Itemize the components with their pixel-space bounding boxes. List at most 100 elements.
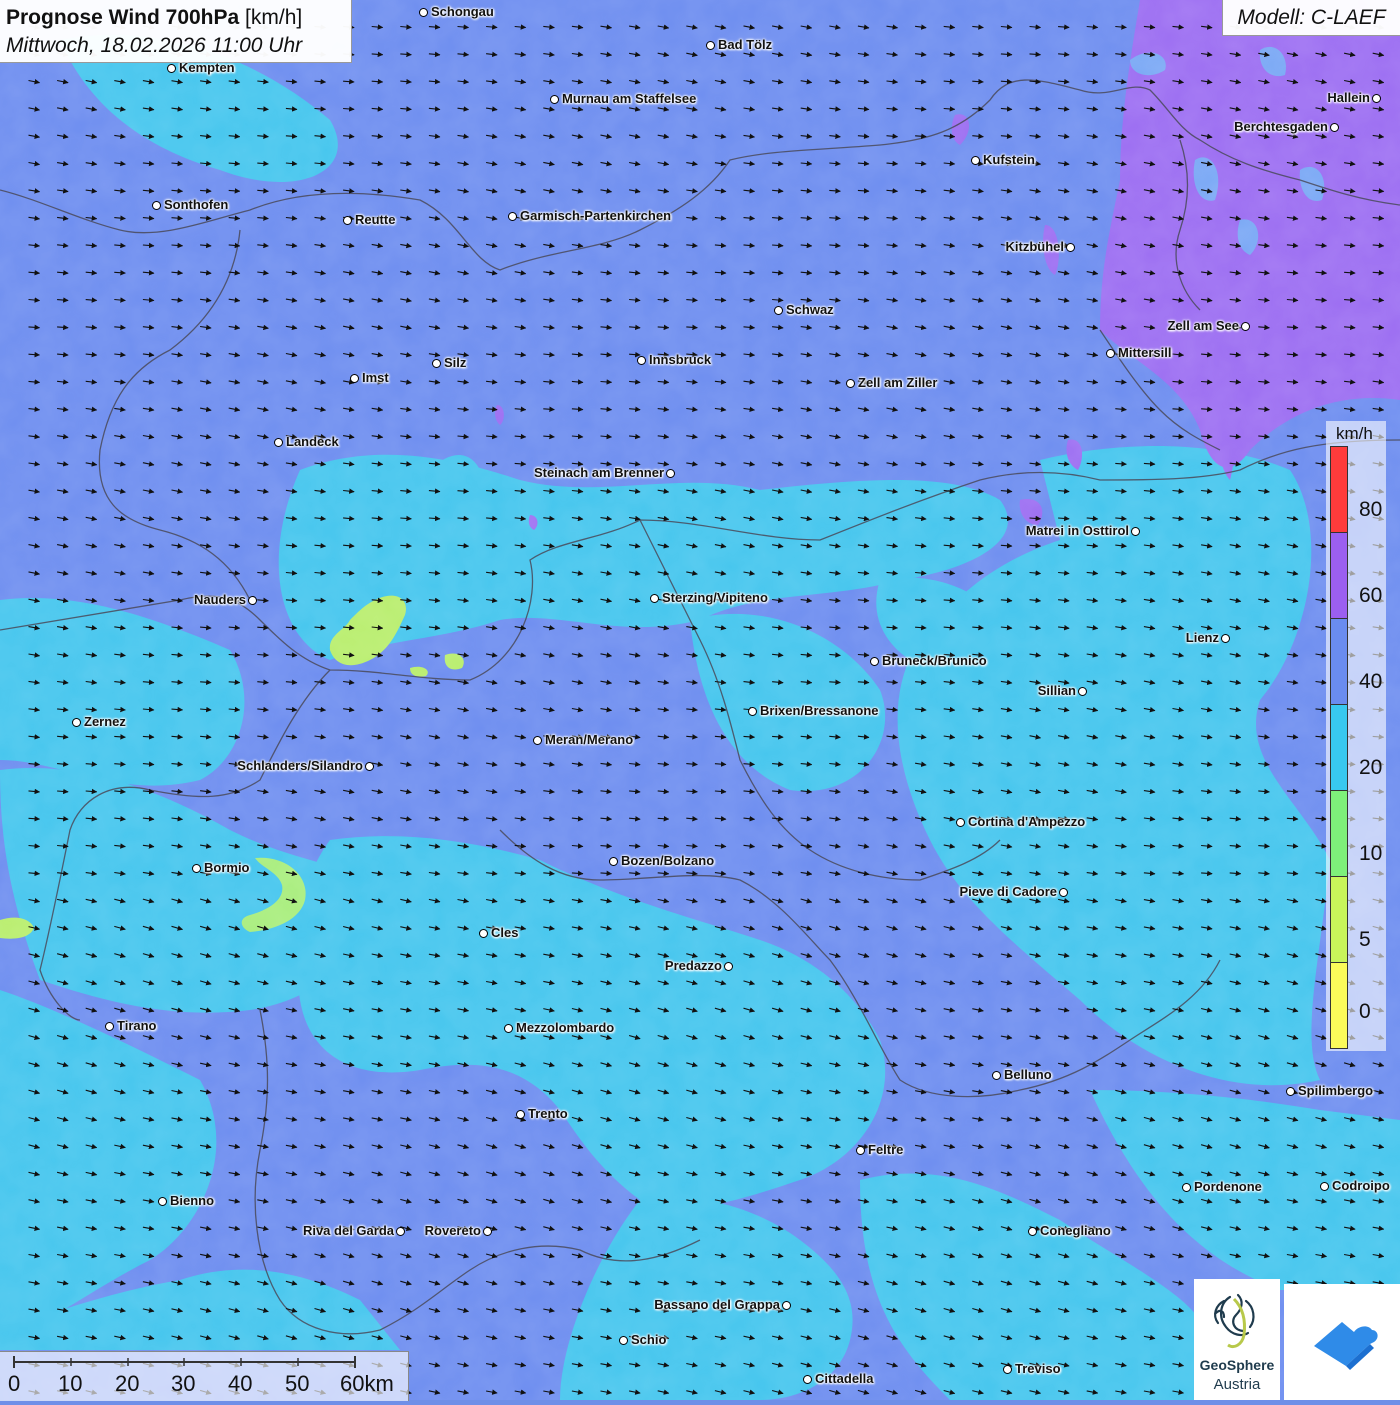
app-logo[interactable] bbox=[1284, 1284, 1400, 1400]
city-dot-icon bbox=[666, 469, 675, 478]
city-dot-icon bbox=[724, 962, 733, 971]
city-label: Predazzo bbox=[664, 958, 722, 973]
legend-unit: km/h bbox=[1336, 424, 1373, 443]
city-dot-icon bbox=[1182, 1183, 1191, 1192]
map-datetime: Mittwoch, 18.02.2026 11:00 Uhr bbox=[6, 34, 303, 57]
city-dot-icon bbox=[803, 1375, 812, 1384]
city-dot-icon bbox=[846, 379, 855, 388]
city-dot-icon bbox=[105, 1022, 114, 1031]
scale-label: 10 bbox=[58, 1371, 83, 1396]
city-label: Trento bbox=[528, 1106, 568, 1121]
city-label: Schlanders/Silandro bbox=[237, 758, 363, 773]
scale-label: 40 bbox=[228, 1371, 253, 1396]
city-dot-icon bbox=[748, 707, 757, 716]
city-label: Bassano del Grappa bbox=[654, 1297, 780, 1312]
city-dot-icon bbox=[72, 718, 81, 727]
city-label: Kufstein bbox=[983, 152, 1035, 167]
city-dot-icon bbox=[508, 212, 517, 221]
city-label: Silz bbox=[444, 355, 467, 370]
legend-color-segment bbox=[1330, 962, 1348, 1049]
legend-tick-label: 80 bbox=[1359, 498, 1383, 521]
city-dot-icon bbox=[483, 1227, 492, 1236]
city-label: Schio bbox=[631, 1332, 667, 1347]
city-label: Riva del Garda bbox=[302, 1223, 394, 1238]
city-dot-icon bbox=[350, 374, 359, 383]
city-label: Bozen/Bolzano bbox=[621, 853, 715, 868]
city-label: Berchtesgaden bbox=[1234, 119, 1328, 134]
city-dot-icon bbox=[516, 1110, 525, 1119]
city-label: Zell am See bbox=[1167, 318, 1239, 333]
city-label: Bormio bbox=[204, 860, 250, 875]
city-dot-icon bbox=[1241, 322, 1250, 331]
city-label: Zernez bbox=[84, 714, 126, 729]
legend-color-segment bbox=[1330, 790, 1348, 877]
city-dot-icon bbox=[650, 594, 659, 603]
scale-label: 50 bbox=[285, 1371, 310, 1396]
legend-tick-label: 40 bbox=[1359, 670, 1383, 693]
city-dot-icon bbox=[619, 1336, 628, 1345]
city-label: Cittadella bbox=[815, 1371, 874, 1386]
city-dot-icon bbox=[956, 818, 965, 827]
city-dot-icon bbox=[479, 929, 488, 938]
legend-color-segment bbox=[1330, 704, 1348, 791]
legend-color-segment bbox=[1330, 446, 1348, 533]
city-dot-icon bbox=[365, 762, 374, 771]
city-label: Reutte bbox=[355, 212, 396, 227]
scale-label: 60km bbox=[340, 1371, 394, 1396]
city-dot-icon bbox=[1059, 888, 1068, 897]
city-label: Schwaz bbox=[786, 302, 834, 317]
city-label: Zell am Ziller bbox=[858, 375, 938, 390]
city-label: Imst bbox=[362, 370, 389, 385]
city-label: Mezzolombardo bbox=[516, 1020, 615, 1035]
city-dot-icon bbox=[774, 306, 783, 315]
city-dot-icon bbox=[609, 857, 618, 866]
city-label: Murnau am Staffelsee bbox=[562, 91, 697, 106]
legend-tick-label: 5 bbox=[1359, 928, 1371, 951]
city-label: Bienno bbox=[170, 1193, 215, 1208]
legend-tick-label: 60 bbox=[1359, 584, 1383, 607]
city-label: Mittersill bbox=[1118, 345, 1172, 360]
cloud-arrow-icon bbox=[1314, 1322, 1378, 1370]
city-dot-icon bbox=[248, 596, 257, 605]
city-dot-icon bbox=[533, 736, 542, 745]
city-dot-icon bbox=[1003, 1365, 1012, 1374]
city-dot-icon bbox=[167, 64, 176, 73]
city-label: Kempten bbox=[179, 60, 235, 75]
legend-color-segment bbox=[1330, 532, 1348, 619]
city-dot-icon bbox=[856, 1146, 865, 1155]
city-label: Treviso bbox=[1015, 1361, 1061, 1376]
city-label: Spilimbergo bbox=[1298, 1083, 1374, 1098]
city-label: Rovereto bbox=[424, 1223, 481, 1238]
map-title: Prognose Wind 700hPa [km/h] bbox=[6, 6, 303, 29]
city-dot-icon bbox=[1320, 1182, 1329, 1191]
city-dot-icon bbox=[274, 438, 283, 447]
city-label: Pieve di Cadore bbox=[959, 884, 1057, 899]
city-dot-icon bbox=[637, 356, 646, 365]
scale-label: 30 bbox=[171, 1371, 196, 1396]
city-label: Matrei in Osttirol bbox=[1025, 523, 1129, 538]
city-dot-icon bbox=[504, 1024, 513, 1033]
city-dot-icon bbox=[1221, 634, 1230, 643]
city-dot-icon bbox=[1330, 123, 1339, 132]
city-label: Lienz bbox=[1185, 630, 1219, 645]
logo-name-2: Austria bbox=[1213, 1376, 1261, 1393]
city-label: Brixen/Bressanone bbox=[760, 703, 879, 718]
city-label: Sterzing/Vipiteno bbox=[662, 590, 768, 605]
city-dot-icon bbox=[992, 1071, 1001, 1080]
city-label: Steinach am Brenner bbox=[533, 465, 664, 480]
city-dot-icon bbox=[550, 95, 559, 104]
city-label: Bad Tölz bbox=[718, 37, 773, 52]
city-dot-icon bbox=[432, 359, 441, 368]
city-dot-icon bbox=[870, 657, 879, 666]
legend-tick-label: 10 bbox=[1359, 842, 1383, 865]
city-dot-icon bbox=[971, 156, 980, 165]
city-dot-icon bbox=[1078, 687, 1087, 696]
city-label: Pordenone bbox=[1194, 1179, 1262, 1194]
city-label: Hallein bbox=[1327, 90, 1370, 105]
city-label: Meran/Merano bbox=[545, 732, 634, 747]
geosphere-emblem-icon bbox=[1214, 1293, 1255, 1349]
title-box: Prognose Wind 700hPa [km/h] Mittwoch, 18… bbox=[0, 0, 352, 63]
city-dot-icon bbox=[1066, 243, 1075, 252]
legend-color-segment bbox=[1330, 618, 1348, 705]
geosphere-logo[interactable]: GeoSphere Austria bbox=[1194, 1279, 1280, 1400]
